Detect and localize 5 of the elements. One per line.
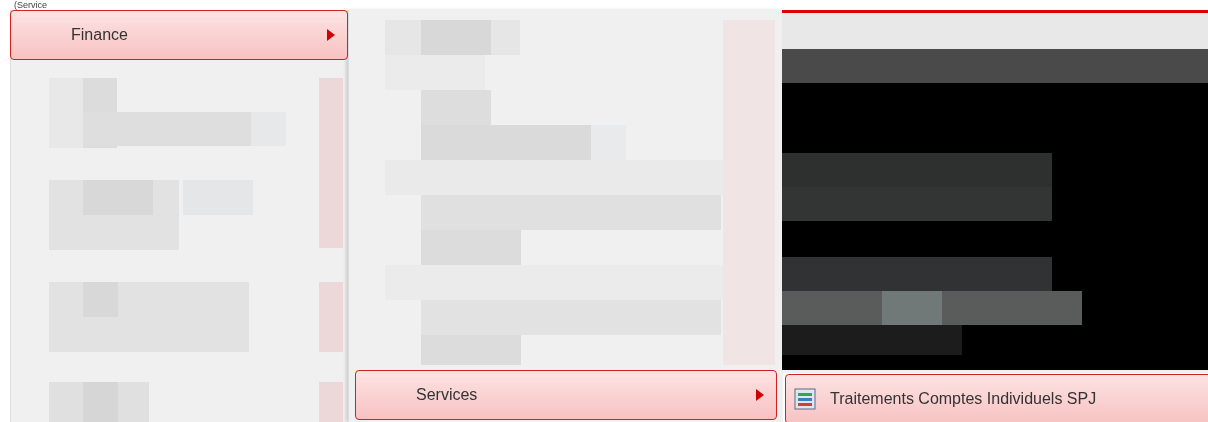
menu-item[interactable]: Services <box>355 370 777 420</box>
table-window-icon <box>794 388 816 410</box>
menu-item[interactable]: Finance <box>10 10 348 60</box>
header-text: (Service <box>14 0 47 10</box>
menu-item[interactable]: Traitements Comptes Individuels SPJ <box>785 374 1208 422</box>
